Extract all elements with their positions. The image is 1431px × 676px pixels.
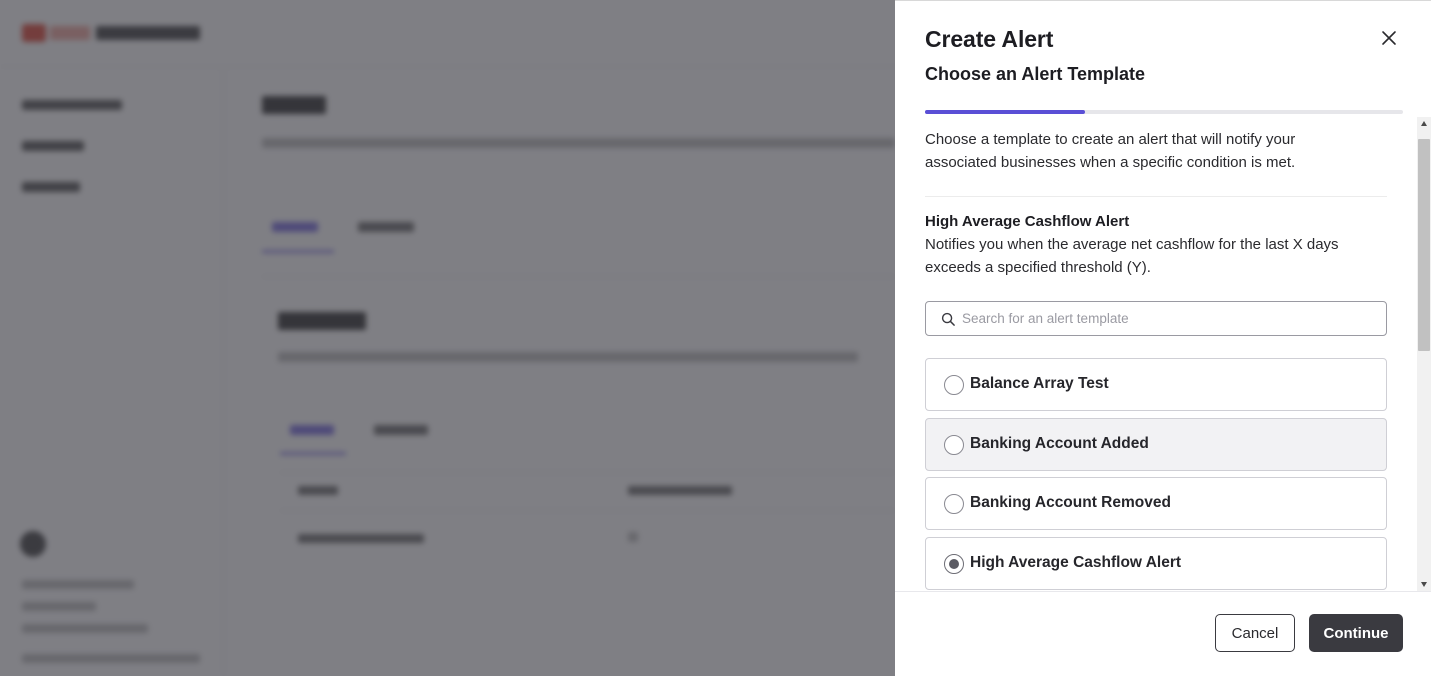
scroll-down-arrow-icon[interactable] [1421, 582, 1427, 587]
template-option-label: Banking Account Added [970, 435, 1149, 452]
drawer-footer: Cancel Continue [895, 591, 1431, 676]
template-search [925, 301, 1387, 336]
close-icon [1382, 31, 1396, 45]
scrollbar-thumb[interactable] [1418, 139, 1430, 351]
template-option-banking-account-removed[interactable]: Banking Account Removed [925, 477, 1387, 530]
search-icon [941, 312, 955, 326]
template-option-label: Banking Account Removed [970, 494, 1171, 511]
template-option-banking-account-added[interactable]: Banking Account Added [925, 418, 1387, 471]
template-option-high-average-cashflow-alert[interactable]: High Average Cashflow Alert [925, 537, 1387, 590]
selected-template-description: Notifies you when the average net cashfl… [925, 236, 1339, 276]
step-progress-fill [925, 110, 1086, 114]
radio-button[interactable] [944, 375, 964, 395]
intro-text: Choose a template to create an alert tha… [925, 131, 1296, 171]
modal-overlay[interactable] [0, 0, 895, 676]
continue-button[interactable]: Continue [1309, 614, 1403, 652]
scroll-up-arrow-icon[interactable] [1421, 121, 1427, 126]
step-progress-bar [925, 110, 1403, 114]
template-option-label: High Average Cashflow Alert [970, 554, 1182, 571]
selected-template-name: High Average Cashflow Alert [925, 213, 1130, 230]
intro-divider [925, 196, 1387, 197]
template-option-balance-array-test[interactable]: Balance Array Test [925, 358, 1387, 411]
close-button[interactable] [1377, 26, 1401, 50]
radio-button[interactable] [944, 494, 964, 514]
template-option-label: Balance Array Test [970, 375, 1109, 392]
drawer-title: Create Alert [925, 26, 1054, 52]
create-alert-drawer: Create Alert Choose an Alert Template Ch… [895, 0, 1431, 676]
radio-button-selected[interactable] [944, 554, 964, 574]
template-scroll-area[interactable]: Choose a template to create an alert tha… [895, 117, 1431, 591]
scrollbar[interactable] [1417, 117, 1431, 591]
cancel-button[interactable]: Cancel [1215, 614, 1295, 652]
radio-button[interactable] [944, 435, 964, 455]
drawer-subtitle: Choose an Alert Template [925, 64, 1146, 84]
search-input[interactable] [962, 303, 1372, 334]
